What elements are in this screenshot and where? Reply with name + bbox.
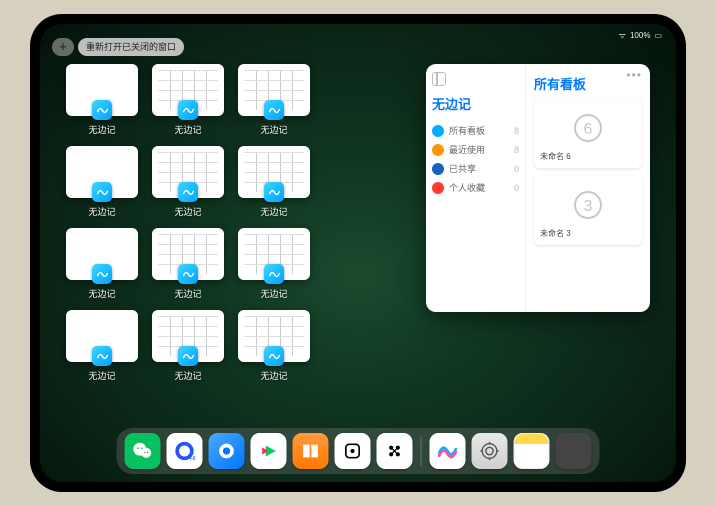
battery-level: 100% <box>630 31 650 40</box>
freeform-app-icon <box>92 182 112 202</box>
stage-area: 无边记 无边记 无边记 无边记 无边记 无边记 无边记 <box>66 64 650 426</box>
window-thumbnail[interactable]: 无边记 <box>66 310 138 384</box>
sidebar: 无边记 所有看板 8 最近使用 8 已共享 0 个人收藏 0 <box>426 64 526 312</box>
board-preview: 6 <box>540 105 636 151</box>
dock-app-quark[interactable]: HD <box>167 433 203 469</box>
window-thumbnail[interactable]: 无边记 <box>152 310 224 384</box>
window-label: 无边记 <box>238 369 310 382</box>
freeform-app-icon <box>264 100 284 120</box>
freeform-app-icon <box>264 264 284 284</box>
sidebar-category[interactable]: 最近使用 8 <box>432 140 519 159</box>
ipad-frame: ᯤ 100% ▭ + 重新打开已关闭的窗口 无边记 无边记 无边记 无边记 <box>30 14 686 492</box>
category-label: 最近使用 <box>449 143 485 156</box>
sidebar-category[interactable]: 所有看板 8 <box>432 121 519 140</box>
window-label: 无边记 <box>66 369 138 382</box>
category-icon <box>432 144 444 156</box>
battery-icon: ▭ <box>654 31 662 40</box>
freeform-app-icon <box>92 346 112 366</box>
window-label: 无边记 <box>238 287 310 300</box>
dock-app-iqiyi[interactable] <box>251 433 287 469</box>
window-menu-icon[interactable]: ••• <box>626 68 642 82</box>
dock: HD <box>117 428 600 474</box>
window-label: 无边记 <box>152 369 224 382</box>
dock-app-generic-1[interactable] <box>335 433 371 469</box>
wifi-icon: ᯤ <box>619 30 626 41</box>
svg-text:HD: HD <box>190 456 196 462</box>
board-card[interactable]: 3 未命名 3 <box>534 176 642 245</box>
category-icon <box>432 125 444 137</box>
window-label: 无边记 <box>152 287 224 300</box>
window-thumbnail[interactable]: 无边记 <box>152 64 224 138</box>
content-pane: 所有看板 6 未命名 6 3 未命名 3 <box>526 64 650 312</box>
window-thumbnail[interactable]: 无边记 <box>152 146 224 220</box>
main-app-window[interactable]: ••• 无边记 所有看板 8 最近使用 8 已共享 0 个人收藏 0 所有看板 … <box>426 64 650 312</box>
dock-app-books[interactable] <box>293 433 329 469</box>
window-label: 无边记 <box>238 205 310 218</box>
freeform-app-icon <box>264 346 284 366</box>
freeform-app-icon <box>178 346 198 366</box>
sidebar-toggle-icon[interactable] <box>432 72 446 86</box>
dock-app-freeform[interactable] <box>430 433 466 469</box>
freeform-app-icon <box>178 182 198 202</box>
board-name: 未命名 6 <box>540 151 636 162</box>
category-count: 0 <box>514 164 519 174</box>
window-label: 无边记 <box>152 123 224 136</box>
freeform-app-icon <box>264 182 284 202</box>
category-count: 8 <box>514 126 519 136</box>
window-thumbnail[interactable]: 无边记 <box>152 228 224 302</box>
board-card[interactable]: 6 未命名 6 <box>534 99 642 168</box>
freeform-app-icon <box>178 264 198 284</box>
window-thumbnail[interactable]: 无边记 <box>66 64 138 138</box>
freeform-app-icon <box>92 100 112 120</box>
window-label: 无边记 <box>238 123 310 136</box>
category-icon <box>432 163 444 175</box>
category-label: 已共享 <box>449 162 476 175</box>
dock-app-notes[interactable] <box>514 433 550 469</box>
board-name: 未命名 3 <box>540 228 636 239</box>
top-controls: + 重新打开已关闭的窗口 <box>52 38 184 56</box>
sidebar-title: 无边记 <box>432 94 519 113</box>
sidebar-category[interactable]: 已共享 0 <box>432 159 519 178</box>
category-count: 0 <box>514 183 519 193</box>
window-label: 无边记 <box>66 205 138 218</box>
window-label: 无边记 <box>66 287 138 300</box>
window-grid: 无边记 无边记 无边记 无边记 无边记 无边记 无边记 <box>66 64 396 426</box>
window-thumbnail[interactable]: 无边记 <box>66 146 138 220</box>
window-label: 无边记 <box>66 123 138 136</box>
window-thumbnail[interactable]: 无边记 <box>238 310 310 384</box>
category-label: 个人收藏 <box>449 181 485 194</box>
window-label: 无边记 <box>152 205 224 218</box>
dock-app-generic-2[interactable] <box>377 433 413 469</box>
reopen-closed-window-button[interactable]: 重新打开已关闭的窗口 <box>78 38 184 56</box>
dock-app-wechat[interactable] <box>125 433 161 469</box>
dock-app-settings[interactable] <box>472 433 508 469</box>
sidebar-category[interactable]: 个人收藏 0 <box>432 178 519 197</box>
window-thumbnail[interactable]: 无边记 <box>238 64 310 138</box>
dock-app-qq-browser[interactable] <box>209 433 245 469</box>
svg-text:6: 6 <box>584 121 593 138</box>
window-thumbnail[interactable]: 无边记 <box>66 228 138 302</box>
add-window-button[interactable]: + <box>52 38 74 56</box>
category-icon <box>432 182 444 194</box>
category-count: 8 <box>514 145 519 155</box>
dock-separator <box>421 436 422 466</box>
category-label: 所有看板 <box>449 124 485 137</box>
freeform-app-icon <box>178 100 198 120</box>
window-thumbnail[interactable]: 无边记 <box>238 228 310 302</box>
board-preview: 3 <box>540 182 636 228</box>
svg-text:3: 3 <box>584 198 593 215</box>
dock-app-library[interactable] <box>556 433 592 469</box>
freeform-app-icon <box>92 264 112 284</box>
screen: ᯤ 100% ▭ + 重新打开已关闭的窗口 无边记 无边记 无边记 无边记 <box>40 24 676 482</box>
window-thumbnail[interactable]: 无边记 <box>238 146 310 220</box>
